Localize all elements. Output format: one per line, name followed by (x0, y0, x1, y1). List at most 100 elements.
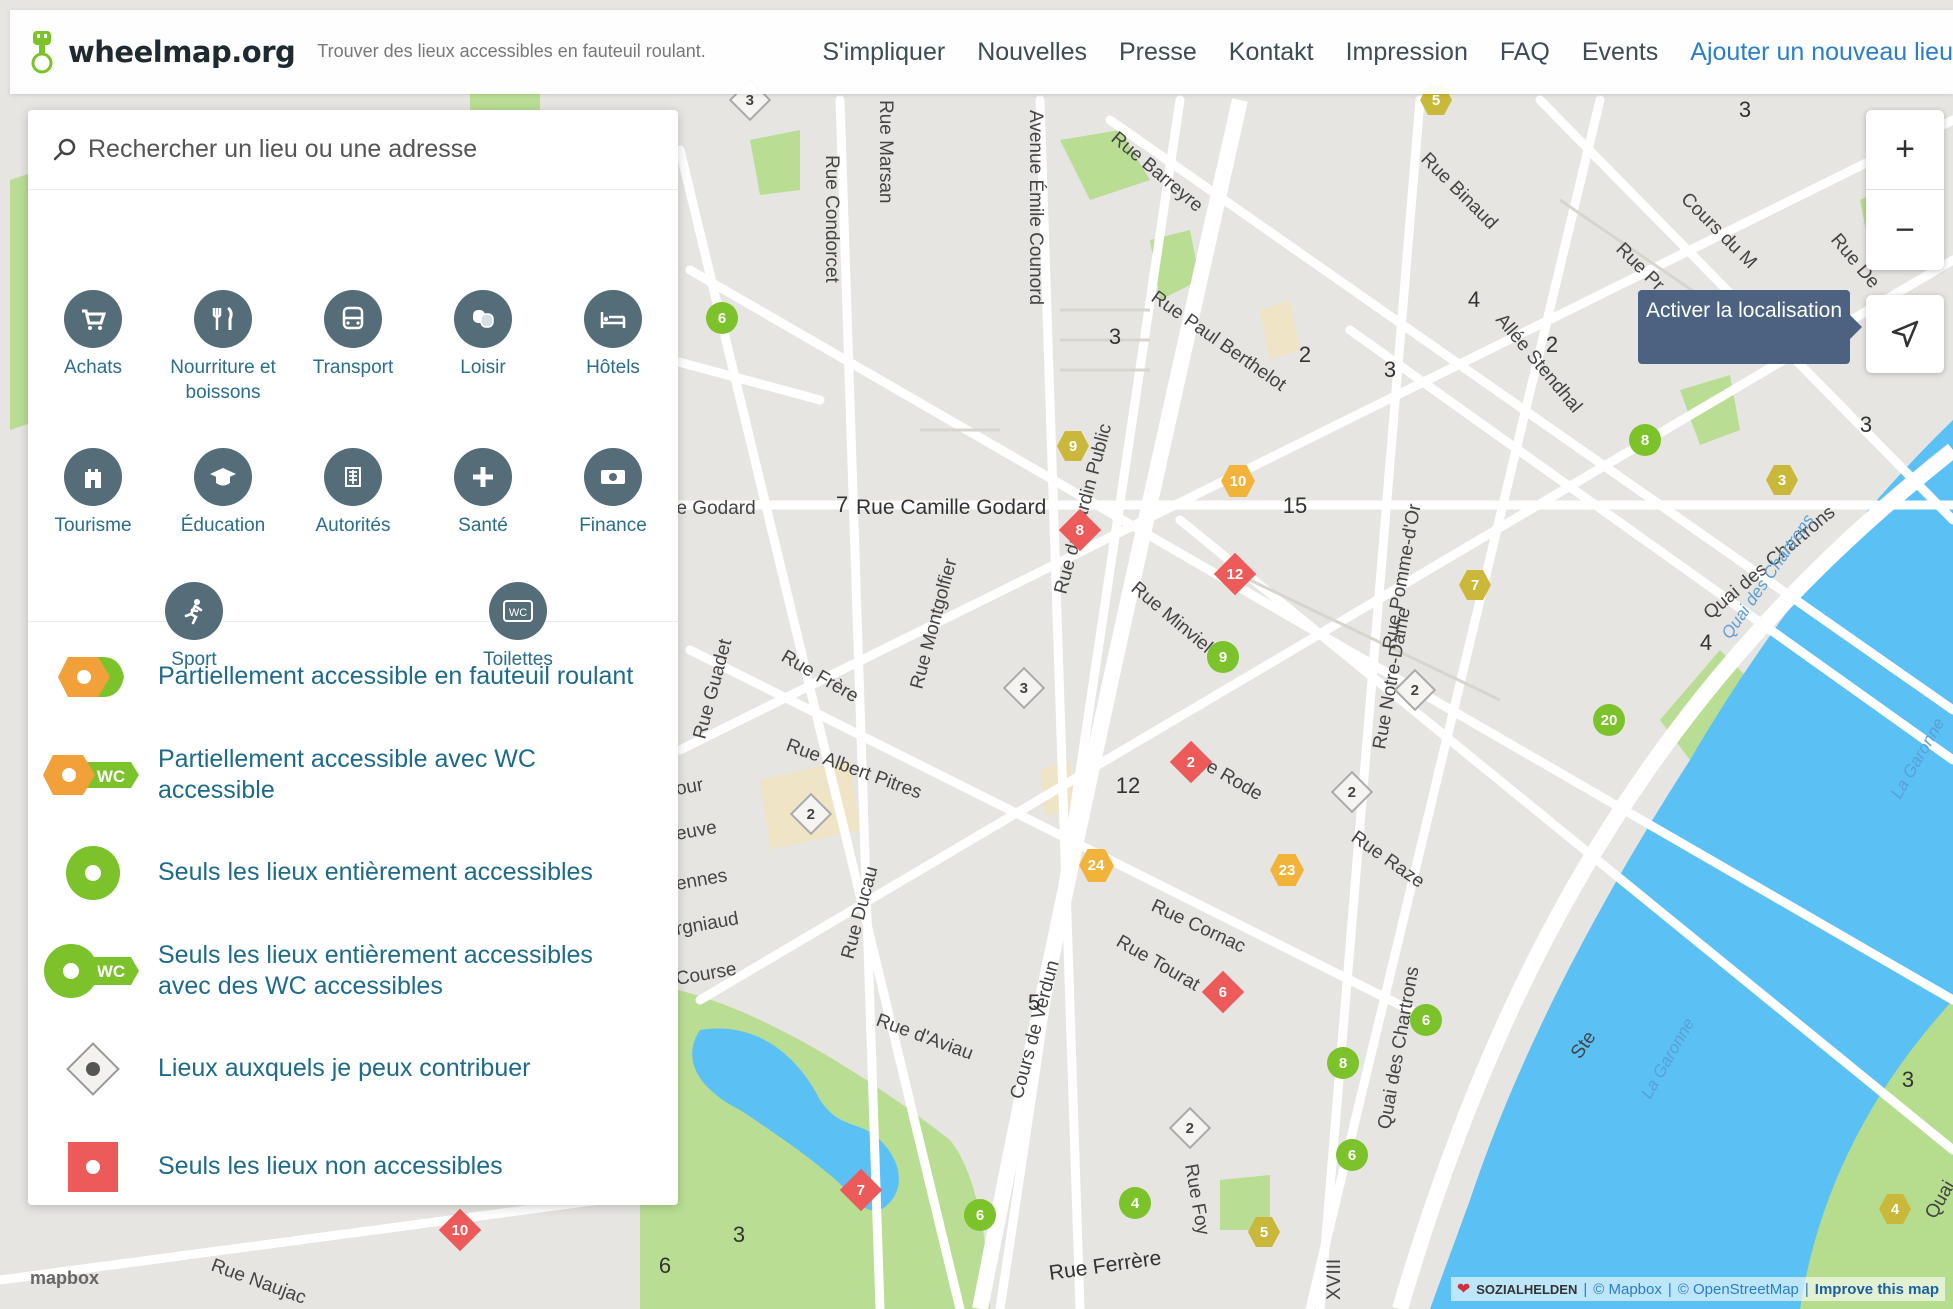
filter-label: Seuls les lieux non accessibles (158, 1152, 503, 1181)
filter-partially-accessible-wc[interactable]: WC Partiellement accessible avec WC acce… (28, 726, 678, 824)
plus-icon (454, 448, 512, 506)
cluster-count: 2 (806, 805, 816, 823)
locate-button[interactable] (1866, 295, 1944, 373)
filter-fully-accessible-wc[interactable]: WC Seuls les lieux entièrement accessibl… (28, 922, 678, 1020)
street-label: ennes (674, 865, 729, 895)
cluster-count: 2 (1347, 783, 1357, 801)
building-icon (324, 448, 382, 506)
cluster-count: 7 (835, 492, 849, 517)
contribute-icon (28, 1037, 158, 1101)
cluster-count: 2 (1185, 1119, 1195, 1137)
map-marker-cluster[interactable]: 4 (1454, 285, 1494, 315)
improve-map-link[interactable]: Improve this map (1815, 1281, 1939, 1298)
add-new-place-link[interactable]: Ajouter un nouveau lieu (1690, 38, 1953, 67)
cluster-count: 9 (1218, 648, 1228, 666)
accessibility-filter-list: Partiellement accessible en fauteuil rou… (28, 622, 678, 1216)
nav-faq[interactable]: FAQ (1500, 38, 1550, 67)
map-marker-cluster[interactable]: 3 (1370, 355, 1410, 385)
logo[interactable]: wheelmap.org (26, 29, 296, 75)
cluster-count: 6 (717, 309, 727, 327)
map-marker-cluster[interactable]: 8 (1327, 1047, 1359, 1079)
map-marker-cluster[interactable]: 15 (1275, 491, 1315, 521)
zoom-controls: + − (1866, 110, 1944, 270)
zoom-out-button[interactable]: − (1866, 190, 1944, 270)
map-marker-cluster[interactable]: 3 (1095, 322, 1135, 352)
map-marker-cluster[interactable]: 20 (1593, 704, 1625, 736)
map-marker-cluster[interactable]: 6 (1410, 1004, 1442, 1036)
osm-attribution-link[interactable]: © OpenStreetMap (1678, 1281, 1799, 1298)
category-label: Éducation (180, 515, 266, 536)
nav-contact[interactable]: Kontakt (1229, 38, 1314, 67)
category-authorities[interactable]: Autorités (288, 448, 418, 539)
map-marker-cluster[interactable]: 3 (1725, 95, 1765, 125)
filter-can-contribute[interactable]: Lieux auxquels je peux contribuer (28, 1020, 678, 1118)
zoom-in-button[interactable]: + (1866, 110, 1944, 190)
category-hotels[interactable]: Hôtels (548, 290, 678, 381)
map-marker-cluster[interactable]: 9 (1207, 641, 1239, 673)
street-label: Rue d'Aviau (873, 1010, 976, 1064)
nav-imprint[interactable]: Impression (1346, 38, 1468, 67)
cluster-count: 10 (1229, 472, 1247, 490)
map-marker-cluster[interactable]: 7 (822, 490, 862, 520)
map-marker-cluster[interactable]: 3 (719, 1220, 759, 1250)
sozialhelden-link[interactable]: SOZIALHELDEN (1476, 1282, 1577, 1297)
search-icon (53, 138, 76, 160)
filter-label: Lieux auxquels je peux contribuer (158, 1054, 531, 1083)
filter-not-accessible[interactable]: Seuls les lieux non accessibles (28, 1118, 678, 1216)
cluster-count: 3 (1019, 679, 1029, 697)
category-tourism[interactable]: Tourisme (28, 448, 158, 539)
cluster-count: 8 (1640, 431, 1650, 449)
filter-fully-accessible[interactable]: Seuls les lieux entièrement accessibles (28, 824, 678, 922)
category-leisure[interactable]: Loisir (418, 290, 548, 381)
mapbox-logo[interactable]: mapbox (30, 1268, 99, 1289)
cluster-count: 2 (1186, 753, 1196, 771)
map-marker-cluster[interactable]: 6 (645, 1251, 685, 1281)
map-marker-cluster[interactable]: 12 (1108, 771, 1148, 801)
cluster-count: 3 (1383, 357, 1397, 382)
street-label: Avenue Émile Counord (1025, 110, 1046, 305)
main-nav: S'impliquer Nouvelles Presse Kontakt Imp… (790, 10, 1953, 94)
map-attribution: ❤ SOZIALHELDEN | © Mapbox | © OpenStreet… (1450, 1277, 1945, 1301)
map-marker-cluster[interactable]: 4 (1686, 628, 1726, 658)
nav-events[interactable]: Events (1582, 38, 1658, 67)
street-label: XVIII (1324, 1259, 1345, 1300)
banknote-icon (584, 448, 642, 506)
map-marker-cluster[interactable]: 2 (1532, 330, 1572, 360)
category-shopping[interactable]: Achats (28, 290, 158, 381)
map-marker-cluster[interactable]: 5 (1014, 988, 1054, 1018)
street-label: lle Godard (668, 498, 756, 519)
cluster-count: 6 (1347, 1146, 1357, 1164)
map-marker-cluster[interactable]: 3 (1888, 1065, 1928, 1095)
category-health[interactable]: Santé (418, 448, 548, 539)
filter-label: Partiellement accessible avec WC accessi… (158, 744, 536, 804)
map-marker-cluster[interactable]: 4 (1119, 1187, 1151, 1219)
map-marker-cluster[interactable]: 3 (1846, 410, 1886, 440)
cluster-count: 2 (1545, 332, 1559, 357)
category-food[interactable]: Nourriture et boissons (158, 290, 288, 405)
cluster-count: 24 (1087, 856, 1105, 874)
category-toilets[interactable]: WC Toilettes (453, 582, 583, 673)
cluster-count: 12 (1226, 565, 1244, 583)
street-label: our (674, 774, 705, 800)
map-marker-cluster[interactable]: 6 (706, 302, 738, 334)
nav-get-involved[interactable]: S'impliquer (822, 38, 945, 67)
category-sport[interactable]: Sport (129, 582, 259, 673)
map-marker-cluster[interactable]: 6 (964, 1199, 996, 1231)
street-label: e Rode (1203, 756, 1267, 805)
nav-news[interactable]: Nouvelles (977, 38, 1087, 67)
cluster-count: 3 (1108, 324, 1122, 349)
cluster-count: 6 (1421, 1011, 1431, 1029)
map-marker-cluster[interactable]: 6 (1336, 1139, 1368, 1171)
category-finance[interactable]: Finance (548, 448, 678, 539)
map-marker-cluster[interactable]: 2 (1285, 340, 1325, 370)
cluster-count: 10 (451, 1221, 469, 1239)
mapbox-attribution-link[interactable]: © Mapbox (1593, 1281, 1662, 1298)
search-input[interactable] (88, 135, 648, 164)
category-grid: Achats Nourriture et boissons Transport … (28, 190, 678, 670)
category-education[interactable]: Éducation (158, 448, 288, 539)
bed-icon (584, 290, 642, 348)
category-transport[interactable]: Transport (288, 290, 418, 381)
top-bar: wheelmap.org Trouver des lieux accessibl… (10, 10, 1953, 94)
map-marker-cluster[interactable]: 8 (1629, 424, 1661, 456)
nav-press[interactable]: Presse (1119, 38, 1197, 67)
